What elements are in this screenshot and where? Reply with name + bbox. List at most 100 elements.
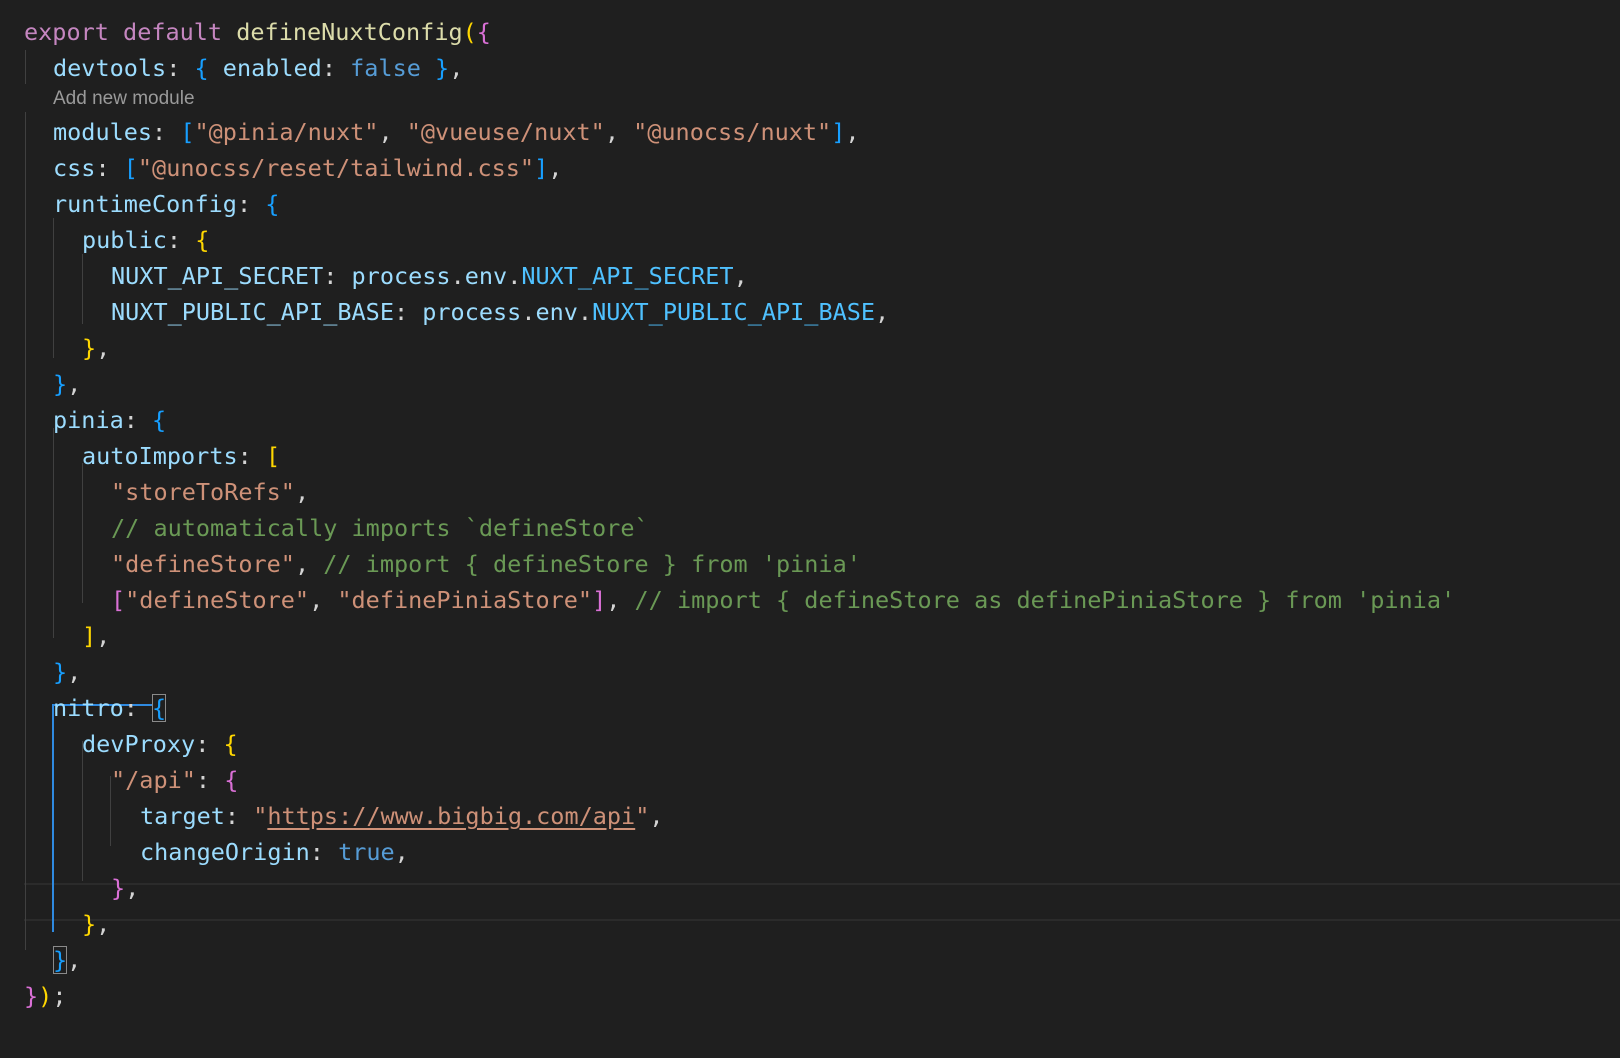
code-token: { [223,730,238,758]
code-line[interactable]: }, [24,870,1620,906]
code-token: : [309,838,339,866]
code-token: , [875,298,890,326]
code-token: , [96,334,111,362]
code-token: . [450,262,465,290]
code-token: "storeToRefs" [111,478,295,506]
code-token: : [323,262,352,290]
code-token: export [24,18,109,46]
code-line[interactable]: }, [24,654,1620,690]
code-line[interactable]: runtimeConfig: { [24,186,1620,222]
code-editor[interactable]: export default defineNuxtConfig({devtool… [0,0,1620,1058]
code-lens-add-module[interactable]: Add new module [24,86,1620,114]
code-token: : [236,190,266,218]
code-token: , [294,478,310,506]
code-token: " [253,802,268,830]
code-line[interactable]: }, [24,366,1620,402]
code-token: { [476,18,491,46]
code-line[interactable]: }, [24,942,1620,978]
code-token: "@vueuse/nuxt" [406,118,605,146]
code-line[interactable]: devtools: { enabled: false }, [24,50,1620,86]
code-token: , [96,622,111,650]
code-token: { [265,190,280,218]
code-token: } [82,334,97,362]
code-line[interactable]: autoImports: [ [24,438,1620,474]
code-token: } [53,370,68,398]
code-line[interactable]: "defineStore", // import { defineStore }… [24,546,1620,582]
code-line[interactable]: ], [24,618,1620,654]
code-token: " [635,802,650,830]
code-line[interactable]: "storeToRefs", [24,474,1620,510]
code-token: , [309,586,338,614]
code-token: } [53,658,68,686]
code-token: "/api" [111,766,196,794]
code-line[interactable]: export default defineNuxtConfig({ [24,14,1620,50]
code-token: css [53,154,96,182]
code-line[interactable]: modules: ["@pinia/nuxt", "@vueuse/nuxt",… [24,114,1620,150]
code-token: NUXT_PUBLIC_API_BASE [592,298,876,326]
code-token: [ [123,154,138,182]
code-line[interactable]: }, [24,330,1620,366]
code-line[interactable]: nitro: { [24,690,1620,726]
code-content[interactable]: export default defineNuxtConfig({devtool… [24,14,1620,1014]
code-token: : [195,766,225,794]
code-token: modules [53,118,153,146]
code-line[interactable]: }); [24,978,1620,1014]
code-token: , [649,802,664,830]
code-token: { [224,766,239,794]
code-token: ( [462,18,477,46]
code-token: "@unocss/reset/tailwind.css" [137,154,535,182]
code-token: , [67,658,82,686]
code-token: , [449,54,464,82]
code-token: NUXT_API_SECRET [111,262,324,290]
code-token: , [845,118,860,146]
code-token: , [606,586,635,614]
code-line[interactable]: public: { [24,222,1620,258]
code-line[interactable]: changeOrigin: true, [24,834,1620,870]
code-token: , [96,910,111,938]
code-token: , [67,370,82,398]
code-token: [ [111,586,126,614]
code-token: "@unocss/nuxt" [633,118,832,146]
code-token: false [350,54,421,82]
code-token: } [82,910,97,938]
code-token: , [733,262,748,290]
code-token: . [521,298,536,326]
code-token: env [464,262,508,290]
code-token: : [152,118,181,146]
code-token: ] [82,622,97,650]
code-line[interactable]: "/api": { [24,762,1620,798]
code-token: [ [265,442,281,470]
code-line[interactable]: NUXT_PUBLIC_API_BASE: process.env.NUXT_P… [24,294,1620,330]
code-token: . [577,298,593,326]
code-token: ] [592,586,607,614]
code-token: // import { defineStore } from 'pinia' [323,550,861,578]
code-token: nitro [53,694,124,722]
code-token: : [237,442,266,470]
code-token: } [435,54,450,82]
code-token: changeOrigin [140,838,310,866]
code-token: , [125,874,140,902]
code-token: { [195,226,210,254]
code-line[interactable]: pinia: { [24,402,1620,438]
code-token: : [166,54,195,82]
code-token: pinia [53,406,124,434]
code-token: process [351,262,451,290]
code-line[interactable]: // automatically imports `defineStore` [24,510,1620,546]
code-token: env [535,298,578,326]
code-line[interactable]: target: "https://www.bigbig.com/api", [24,798,1620,834]
code-line[interactable]: ["defineStore", "definePiniaStore"], // … [24,582,1620,618]
code-line[interactable]: }, [24,906,1620,942]
code-line[interactable]: NUXT_API_SECRET: process.env.NUXT_API_SE… [24,258,1620,294]
code-line[interactable]: css: ["@unocss/reset/tailwind.css"], [24,150,1620,186]
code-line[interactable]: devProxy: { [24,726,1620,762]
code-token: : [166,226,196,254]
code-token: ] [534,154,549,182]
code-token: "defineStore" [125,586,310,614]
matched-bracket: { [152,694,167,722]
code-token: : [321,54,351,82]
code-token: { [194,54,209,82]
code-token: : [95,154,124,182]
code-token: ; [52,982,67,1010]
code-token: true [338,838,395,866]
